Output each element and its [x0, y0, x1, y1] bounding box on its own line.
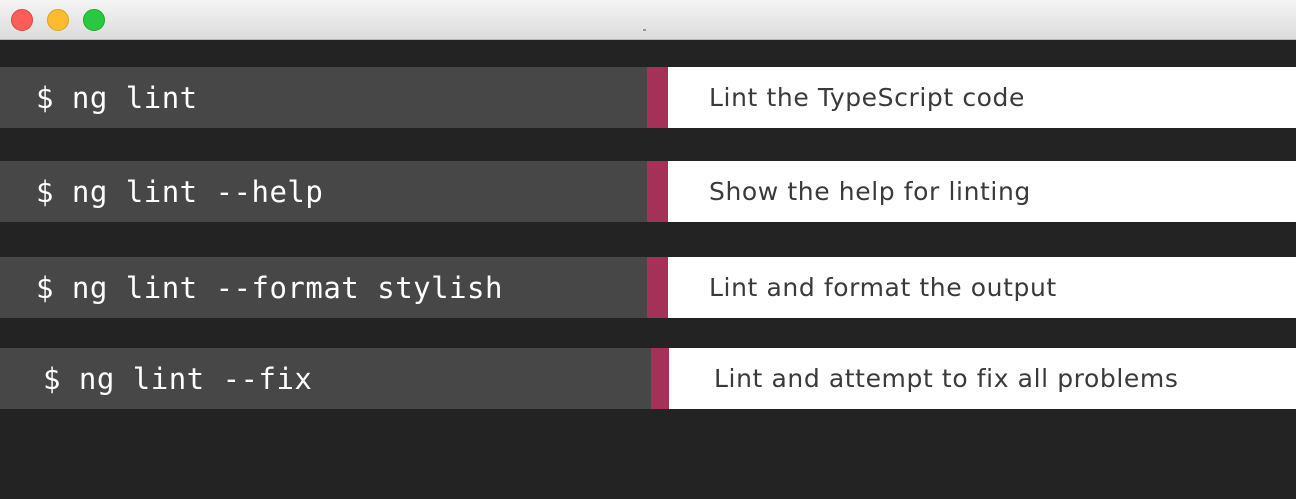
row-accent-bar [647, 67, 668, 128]
command-text: $ ng lint [0, 67, 647, 128]
command-description: Lint the TypeScript code [668, 67, 1296, 128]
row-accent-bar [651, 348, 669, 409]
terminal-content: $ ng lint Lint the TypeScript code $ ng … [0, 40, 1296, 499]
command-text: $ ng lint --help [0, 161, 647, 222]
command-description: Lint and format the output [668, 257, 1296, 318]
command-row: $ ng lint --help Show the help for linti… [0, 161, 1296, 222]
row-accent-bar [647, 161, 668, 222]
command-row: $ ng lint --format stylish Lint and form… [0, 257, 1296, 318]
title-bar-marker [643, 29, 646, 31]
row-accent-bar [647, 257, 668, 318]
command-row: $ ng lint Lint the TypeScript code [0, 67, 1296, 128]
title-bar [0, 0, 1296, 40]
minimize-window-button[interactable] [47, 9, 69, 31]
zoom-window-button[interactable] [83, 9, 105, 31]
command-row: $ ng lint --fix Lint and attempt to fix … [0, 348, 1296, 409]
command-text: $ ng lint --fix [0, 348, 651, 409]
terminal-window: $ ng lint Lint the TypeScript code $ ng … [0, 0, 1296, 499]
close-window-button[interactable] [11, 9, 33, 31]
command-text: $ ng lint --format stylish [0, 257, 647, 318]
command-description: Lint and attempt to fix all problems [669, 348, 1296, 409]
command-description: Show the help for linting [668, 161, 1296, 222]
